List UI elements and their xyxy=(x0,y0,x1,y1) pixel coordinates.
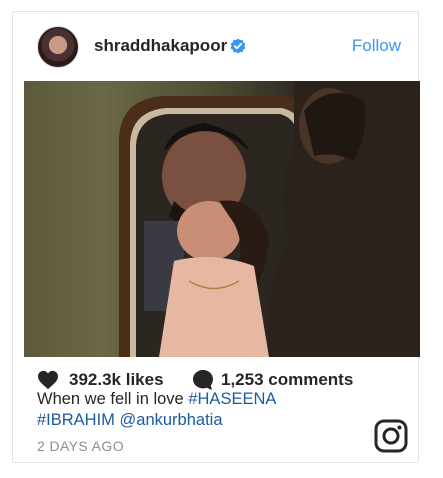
caption-text: When we fell in love xyxy=(37,390,184,408)
likes-count[interactable]: 392.3k likes xyxy=(69,370,164,390)
mention-ankurbhatia[interactable]: @ankurbhatia xyxy=(120,411,223,429)
post-header: shraddhakapoor Follow xyxy=(13,12,418,80)
post-photo[interactable] xyxy=(24,81,420,357)
instagram-icon[interactable] xyxy=(374,419,408,453)
instagram-post-card: shraddhakapoor Follow 392.3k likes 1,253… xyxy=(12,11,420,463)
post-timestamp: 2 DAYS AGO xyxy=(37,438,124,454)
heart-icon[interactable] xyxy=(37,370,59,390)
avatar[interactable] xyxy=(37,26,79,68)
comments-count[interactable]: 1,253 comments xyxy=(221,370,353,390)
comment-bubble-icon[interactable] xyxy=(192,369,214,391)
photo-scene xyxy=(119,81,420,357)
verified-badge-icon xyxy=(230,38,246,54)
hashtag-haseena[interactable]: #HASEENA xyxy=(188,390,276,408)
follow-button[interactable]: Follow xyxy=(352,36,401,56)
username-link[interactable]: shraddhakapoor xyxy=(94,36,227,56)
post-caption: When we fell in love #HASEENA #IBRAHIM @… xyxy=(37,389,367,431)
hashtag-ibrahim[interactable]: #IBRAHIM xyxy=(37,411,115,429)
